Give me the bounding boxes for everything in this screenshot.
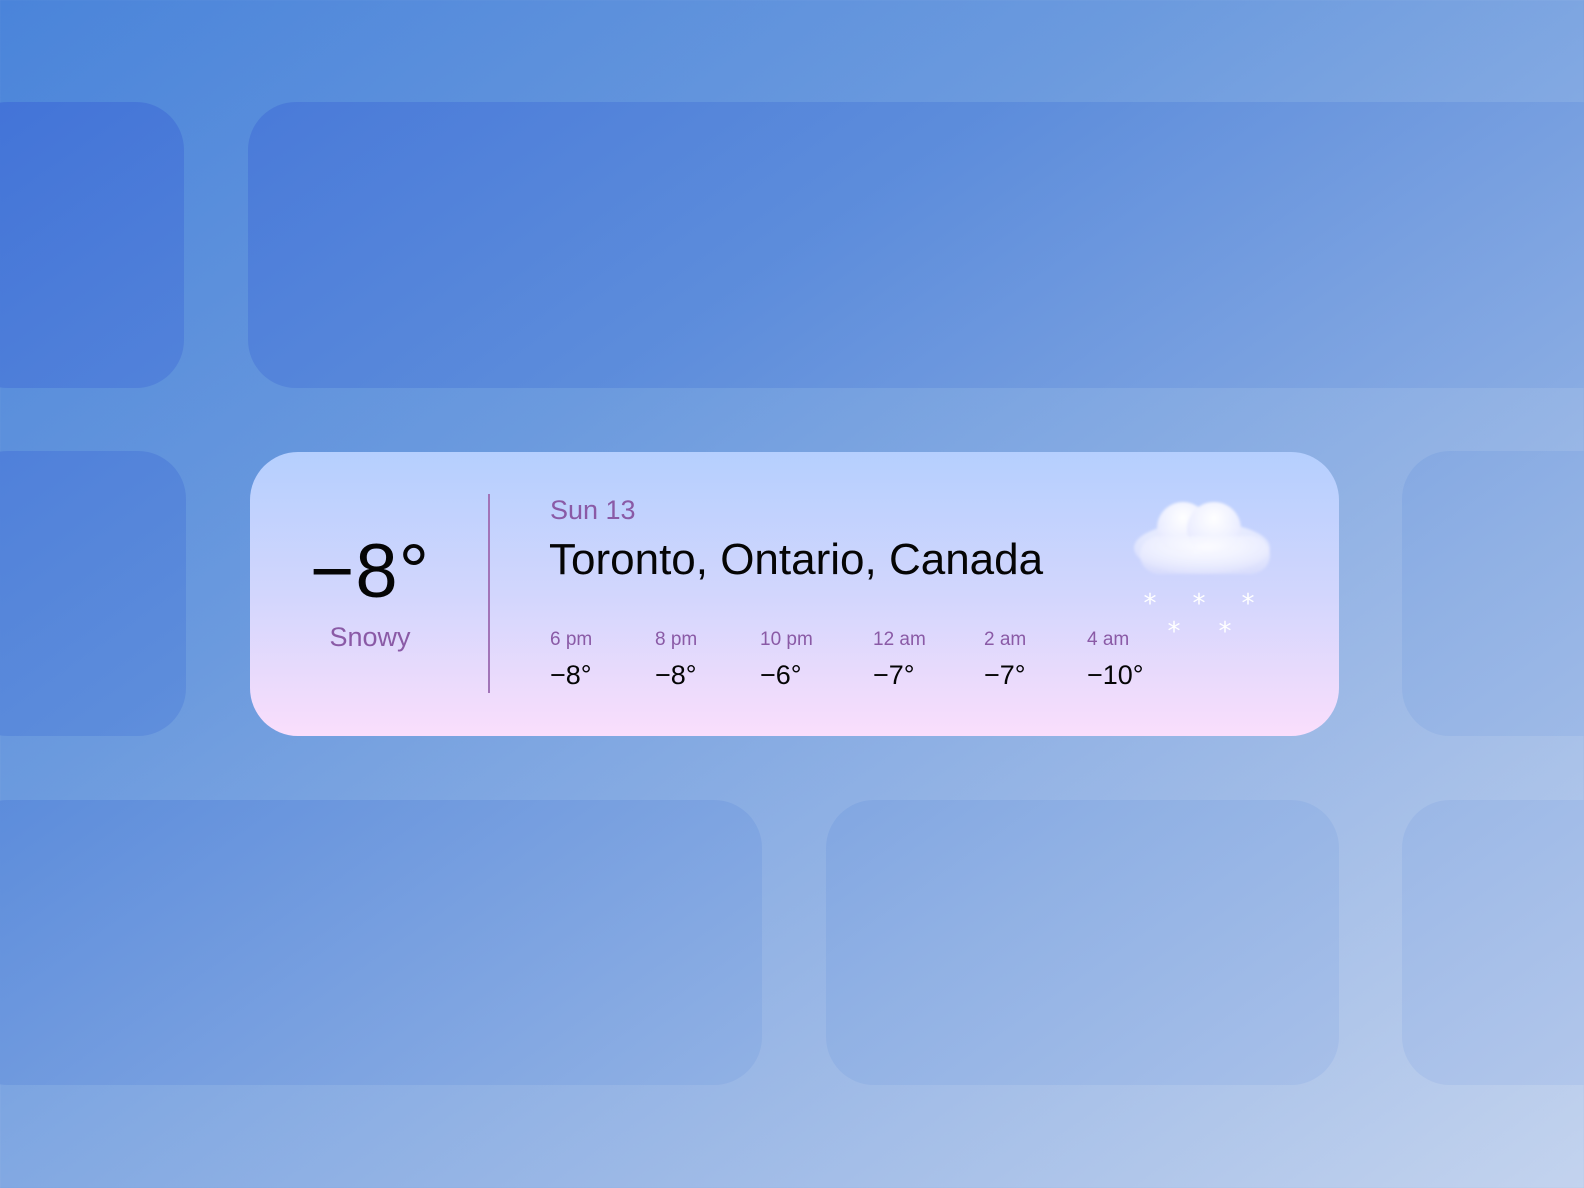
hourly-temp: −8° xyxy=(655,660,697,690)
placeholder-tile[interactable] xyxy=(0,800,762,1085)
hourly-item: 8 pm −8° xyxy=(655,628,697,692)
svg-text:*: * xyxy=(1242,589,1255,619)
snow-cloud-icon: * * * * * xyxy=(1134,502,1270,642)
hourly-temp: −7° xyxy=(984,660,1026,690)
current-condition: Snowy xyxy=(329,622,411,652)
hourly-time: 2 am xyxy=(984,629,1027,650)
forecast-date: Sun 13 xyxy=(550,495,636,525)
svg-text:*: * xyxy=(1193,589,1206,619)
hourly-temp: −7° xyxy=(873,660,915,690)
svg-text:*: * xyxy=(1168,617,1181,642)
placeholder-tile[interactable] xyxy=(826,800,1339,1085)
divider xyxy=(488,494,490,693)
hourly-time: 10 pm xyxy=(760,629,813,650)
placeholder-tile[interactable] xyxy=(0,102,184,388)
placeholder-tile[interactable] xyxy=(0,451,186,736)
placeholder-tile[interactable] xyxy=(248,102,1584,388)
current-temperature: −8° xyxy=(309,529,431,614)
current-conditions: −8° Snowy xyxy=(300,530,440,654)
placeholder-tile[interactable] xyxy=(1402,800,1584,1085)
hourly-item: 12 am −7° xyxy=(873,628,926,692)
hourly-time: 12 am xyxy=(873,629,926,650)
hourly-forecast: 6 pm −8° 8 pm −8° 10 pm −6° 12 am −7° 2 … xyxy=(550,628,1170,698)
weather-widget[interactable]: −8° Snowy Sun 13 Toronto, Ontario, Canad… xyxy=(250,452,1339,736)
location-name: Toronto, Ontario, Canada xyxy=(549,535,1044,584)
placeholder-tile[interactable] xyxy=(1402,451,1584,736)
hourly-item: 2 am −7° xyxy=(984,628,1026,692)
svg-text:*: * xyxy=(1144,589,1157,619)
svg-text:*: * xyxy=(1219,617,1232,642)
hourly-temp: −8° xyxy=(550,660,592,690)
hourly-temp: −6° xyxy=(760,660,802,690)
hourly-time: 6 pm xyxy=(550,629,593,650)
hourly-time: 8 pm xyxy=(655,629,698,650)
hourly-temp: −10° xyxy=(1087,660,1144,690)
hourly-item: 10 pm −6° xyxy=(760,628,813,692)
hourly-item: 6 pm −8° xyxy=(550,628,592,692)
